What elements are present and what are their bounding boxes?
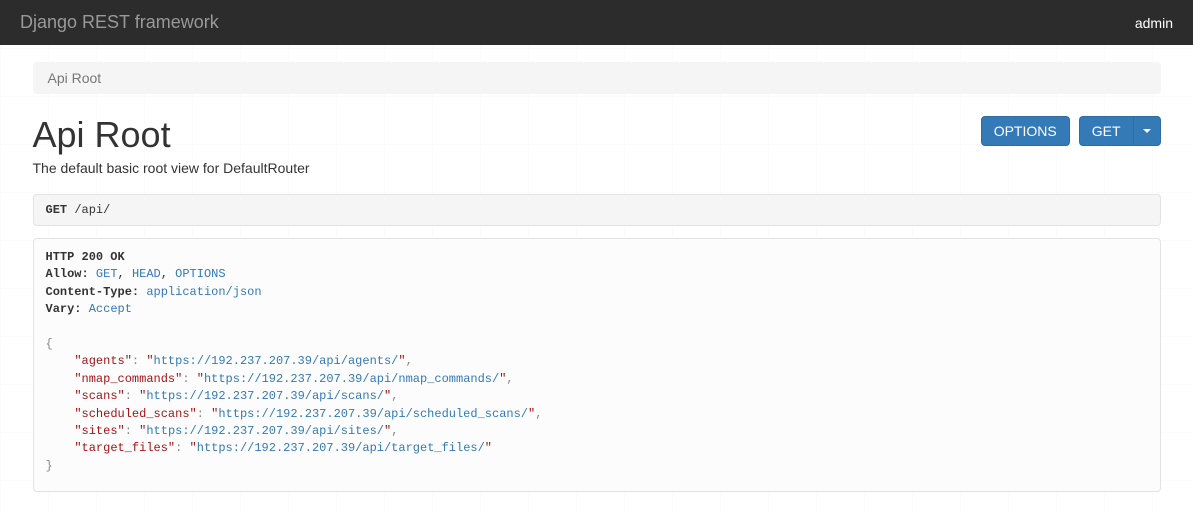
response-panel: HTTP 200 OK Allow: GET, HEAD, OPTIONS Co… (33, 238, 1161, 492)
json-key: "agents" (74, 354, 132, 368)
json-link[interactable]: https://192.237.207.39/api/agents/ (154, 354, 399, 368)
json-link[interactable]: https://192.237.207.39/api/sites/ (146, 424, 384, 438)
get-dropdown-toggle[interactable] (1133, 116, 1161, 146)
page-description: The default basic root view for DefaultR… (33, 160, 1161, 176)
request-method: GET (46, 203, 68, 217)
response-header-name: Allow: (46, 267, 89, 281)
get-button[interactable]: GET (1079, 116, 1133, 146)
json-key: "target_files" (74, 441, 175, 455)
caret-down-icon (1143, 129, 1151, 133)
request-path: /api/ (74, 203, 110, 217)
json-key: "scans" (74, 389, 124, 403)
breadcrumb: Api Root (33, 62, 1161, 94)
user-menu[interactable]: admin (1135, 15, 1173, 31)
breadcrumb-current: Api Root (48, 70, 102, 86)
response-header-value: application/json (146, 285, 261, 299)
navbar: Django REST framework admin (0, 0, 1193, 45)
json-key: "nmap_commands" (74, 372, 182, 386)
response-header-value: GET (96, 267, 118, 281)
action-buttons: OPTIONS GET (981, 116, 1161, 146)
header-row: Api Root OPTIONS GET (33, 114, 1161, 156)
json-link[interactable]: https://192.237.207.39/api/scans/ (146, 389, 384, 403)
get-split-button: GET (1079, 116, 1161, 146)
json-key: "scheduled_scans" (74, 407, 196, 421)
response-header-value: Accept (89, 302, 132, 316)
brand-link[interactable]: Django REST framework (20, 12, 219, 33)
options-button[interactable]: OPTIONS (981, 116, 1070, 146)
main-container: Api Root Api Root OPTIONS GET The defaul… (17, 62, 1177, 492)
response-header-name: Content-Type: (46, 285, 140, 299)
response-header-value: HEAD (132, 267, 161, 281)
json-link[interactable]: https://192.237.207.39/api/scheduled_sca… (218, 407, 528, 421)
request-info: GET /api/ (33, 194, 1161, 226)
response-status-line: HTTP 200 OK (46, 250, 125, 264)
json-link[interactable]: https://192.237.207.39/api/target_files/ (197, 441, 485, 455)
json-close-brace: } (46, 459, 53, 473)
json-link[interactable]: https://192.237.207.39/api/nmap_commands… (204, 372, 499, 386)
json-key: "sites" (74, 424, 124, 438)
page-title: Api Root (33, 114, 171, 156)
response-header-name: Vary: (46, 302, 82, 316)
json-open-brace: { (46, 337, 53, 351)
response-header-value: OPTIONS (175, 267, 225, 281)
